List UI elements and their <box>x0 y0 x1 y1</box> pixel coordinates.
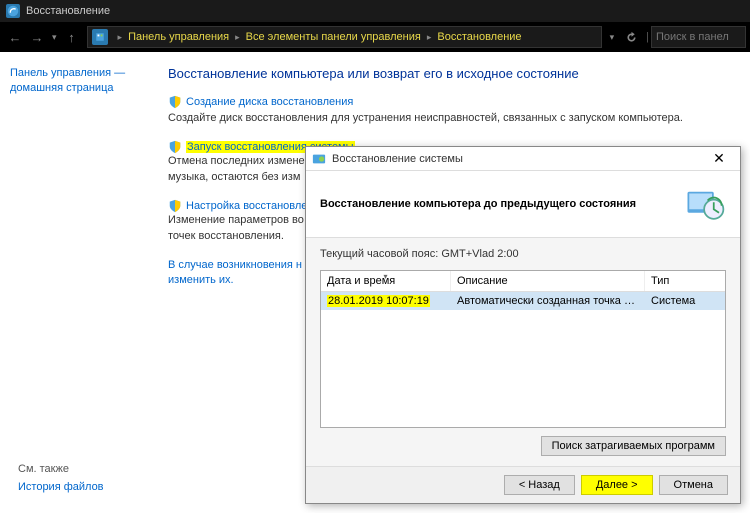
system-restore-dialog: Восстановление системы ✕ Восстановление … <box>305 146 741 504</box>
col-type-header[interactable]: Тип <box>645 271 725 291</box>
back-button[interactable]: < Назад <box>504 475 575 495</box>
back-button[interactable]: ← <box>4 26 26 48</box>
sidebar-home-l1: Панель управления — <box>10 67 125 79</box>
refresh-button[interactable] <box>620 26 642 48</box>
nav-bar: ← → ▾ ↑ ▸ Панель управления ▸ Все элемен… <box>0 22 750 52</box>
col-desc-header[interactable]: Описание <box>451 271 645 291</box>
table-row[interactable]: 28.01.2019 10:07:19 Автоматически создан… <box>321 292 725 310</box>
shield-icon <box>168 140 182 154</box>
file-history-link[interactable]: История файлов <box>18 481 104 493</box>
restore-point-date: 28.01.2019 10:07:19 <box>327 295 430 307</box>
control-panel-home-link[interactable]: Панель управления — домашняя страница <box>10 66 150 97</box>
app-icon <box>6 4 20 18</box>
scan-affected-programs-button[interactable]: Поиск затрагиваемых программ <box>541 436 726 456</box>
control-panel-icon <box>92 29 108 45</box>
window-titlebar: Восстановление <box>0 0 750 22</box>
chevron-right-icon: ▸ <box>118 32 123 43</box>
dialog-titlebar[interactable]: Восстановление системы ✕ <box>306 147 740 171</box>
page-heading: Восстановление компьютера или возврат ег… <box>168 66 730 81</box>
forward-button[interactable]: → <box>26 26 48 48</box>
sidebar: Панель управления — домашняя страница См… <box>0 52 160 513</box>
create-recovery-disk-desc: Создайте диск восстановления для устране… <box>168 111 730 126</box>
table-header: ▾Дата и время Описание Тип <box>321 271 725 292</box>
cancel-button[interactable]: Отмена <box>659 475 728 495</box>
restore-point-type: Система <box>645 292 725 310</box>
search-input[interactable]: Поиск в панел <box>651 26 746 48</box>
breadcrumb-item[interactable]: Все элементы панели управления <box>246 31 421 43</box>
configure-restore-link[interactable]: Настройка восстановлени <box>186 200 320 212</box>
dialog-heading: Восстановление компьютера до предыдущего… <box>320 198 684 210</box>
problems-link-l2[interactable]: изменить их. <box>168 274 234 286</box>
breadcrumb-item[interactable]: Панель управления <box>128 31 229 43</box>
breadcrumb[interactable]: ▸ Панель управления ▸ Все элементы панел… <box>87 26 602 48</box>
restore-points-table: ▾Дата и время Описание Тип 28.01.2019 10… <box>320 270 726 428</box>
dialog-footer: < Назад Далее > Отмена <box>306 466 740 503</box>
sidebar-home-l2: домашняя страница <box>10 82 114 94</box>
create-recovery-disk-link[interactable]: Создание диска восстановления <box>186 96 353 108</box>
shield-icon <box>168 199 182 213</box>
next-button[interactable]: Далее > <box>581 475 653 495</box>
problems-link-l1[interactable]: В случае возникновения н <box>168 259 302 271</box>
breadcrumb-item[interactable]: Восстановление <box>437 31 521 43</box>
see-also-label: См. также <box>18 463 104 475</box>
address-dropdown-icon[interactable]: ▾ <box>610 32 615 43</box>
history-dropdown-icon[interactable]: ▾ <box>52 32 57 43</box>
col-date-header[interactable]: ▾Дата и время <box>321 271 451 291</box>
chevron-right-icon: ▸ <box>427 32 432 43</box>
dialog-title: Восстановление системы <box>332 153 704 165</box>
chevron-right-icon: ▸ <box>235 32 240 43</box>
shield-icon <box>168 95 182 109</box>
restore-hero-icon <box>684 183 726 225</box>
restore-point-desc: Автоматически созданная точка восстановл… <box>451 292 645 310</box>
timezone-label: Текущий часовой пояс: GMT+Vlad 2:00 <box>320 248 726 260</box>
close-button[interactable]: ✕ <box>704 149 734 169</box>
up-button[interactable]: ↑ <box>61 26 83 48</box>
separator: | <box>646 31 649 43</box>
sort-desc-icon: ▾ <box>383 272 387 281</box>
window-title: Восстановление <box>26 5 110 17</box>
restore-icon <box>312 152 326 166</box>
search-placeholder: Поиск в панел <box>656 31 729 43</box>
